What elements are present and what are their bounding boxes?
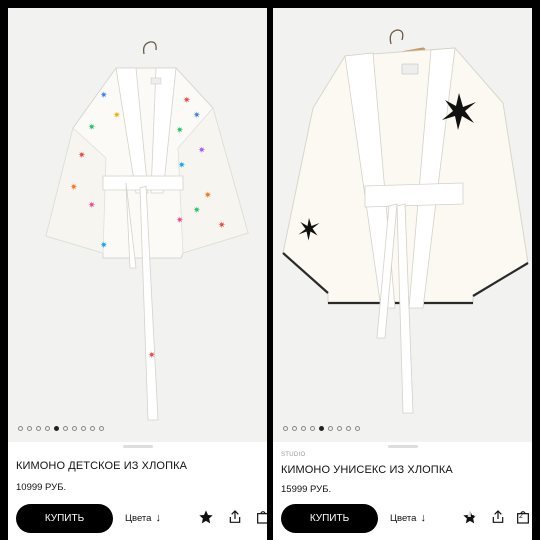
carousel-dot[interactable] (337, 426, 342, 431)
share-icon[interactable] (226, 508, 244, 526)
carousel-dot[interactable] (99, 426, 104, 431)
product-title: КИМОНО УНИСЕКС ИЗ ХЛОПКА (281, 464, 453, 476)
carousel-dot[interactable] (54, 426, 59, 431)
buy-button[interactable]: КУПИТЬ (281, 504, 378, 533)
carousel-dot[interactable] (355, 426, 360, 431)
kimono-illustration (282, 29, 529, 414)
bag-icon[interactable] (254, 508, 267, 526)
svg-text:✷: ✷ (183, 96, 191, 106)
bag-count-badge: 2 (519, 513, 523, 520)
carousel-dot[interactable] (81, 426, 86, 431)
carousel-dot[interactable] (301, 426, 306, 431)
carousel-dot[interactable] (292, 426, 297, 431)
carousel-dots[interactable] (283, 426, 360, 431)
colors-dropdown[interactable]: Цвета ↓ (390, 512, 426, 524)
product-card-kids-kimono: ✷ ✷ ✷ ✷ ✷ ✷ ✷ ✷ ✷ ✷ ✷ ✷ ✷ ✷ ✷ ✷ ✷ КИМОНО… (8, 8, 267, 540)
carousel-dot[interactable] (18, 426, 23, 431)
product-info-sheet: КИМОНО ДЕТСКОЕ ИЗ ХЛОПКА 10999 РУБ. КУПИ… (8, 442, 267, 540)
product-photo[interactable]: ✷ ✷ ✷ ✷ ✷ ✷ ✷ ✷ ✷ ✷ ✷ ✷ ✷ ✷ ✷ ✷ ✷ (8, 8, 267, 442)
carousel-dot[interactable] (36, 426, 41, 431)
svg-text:✷: ✷ (193, 111, 201, 121)
svg-text:✷: ✷ (100, 91, 108, 101)
product-price: 15999 РУБ. (281, 484, 332, 495)
carousel-dot[interactable] (45, 426, 50, 431)
product-card-unisex-kimono: STUDIO КИМОНО УНИСЕКС ИЗ ХЛОПКА 15999 РУ… (273, 8, 532, 540)
svg-text:✷: ✷ (113, 111, 121, 121)
svg-text:✷: ✷ (176, 216, 184, 226)
brand-label: STUDIO (281, 452, 306, 458)
svg-text:✷: ✷ (88, 123, 96, 133)
sheet-handle[interactable] (122, 445, 153, 448)
product-price: 10999 РУБ. (16, 482, 67, 493)
carousel-dot[interactable] (90, 426, 95, 431)
carousel-dot[interactable] (72, 426, 77, 431)
svg-text:✷: ✷ (218, 221, 226, 231)
avito-watermark: Avito (440, 497, 492, 522)
svg-text:✷: ✷ (100, 241, 108, 251)
arrow-down-icon: ↓ (420, 512, 426, 524)
buy-button[interactable]: КУПИТЬ (16, 504, 113, 533)
svg-text:✷: ✷ (176, 126, 184, 136)
carousel-dot[interactable] (283, 426, 288, 431)
carousel-dot[interactable] (310, 426, 315, 431)
carousel-dot[interactable] (328, 426, 333, 431)
product-info-sheet: STUDIO КИМОНО УНИСЕКС ИЗ ХЛОПКА 15999 РУ… (273, 442, 532, 540)
svg-text:✷: ✷ (198, 146, 206, 156)
carousel-dots[interactable] (18, 426, 104, 431)
svg-text:✷: ✷ (148, 351, 156, 361)
svg-text:✷: ✷ (204, 191, 212, 201)
svg-text:✷: ✷ (78, 151, 86, 161)
svg-text:✷: ✷ (193, 206, 201, 216)
svg-text:✷: ✷ (178, 161, 186, 171)
kimono-illustration: ✷ ✷ ✷ ✷ ✷ ✷ ✷ ✷ ✷ ✷ ✷ ✷ ✷ ✷ ✷ ✷ ✷ (45, 41, 249, 421)
carousel-dot[interactable] (63, 426, 68, 431)
product-title: КИМОНО ДЕТСКОЕ ИЗ ХЛОПКА (16, 460, 188, 472)
svg-text:✷: ✷ (88, 201, 96, 211)
colors-label: Цвета (125, 512, 152, 524)
svg-text:✷: ✷ (70, 183, 78, 193)
sheet-handle[interactable] (387, 445, 418, 448)
carousel-dot[interactable] (319, 426, 324, 431)
carousel-dot[interactable] (27, 426, 32, 431)
star-icon[interactable] (197, 508, 215, 526)
arrow-down-icon: ↓ (155, 512, 161, 524)
colors-label: Цвета (390, 512, 417, 524)
carousel-dot[interactable] (346, 426, 351, 431)
product-photo[interactable] (273, 8, 532, 442)
colors-dropdown[interactable]: Цвета ↓ (125, 512, 161, 524)
bag-icon[interactable]: 2 (514, 508, 532, 526)
